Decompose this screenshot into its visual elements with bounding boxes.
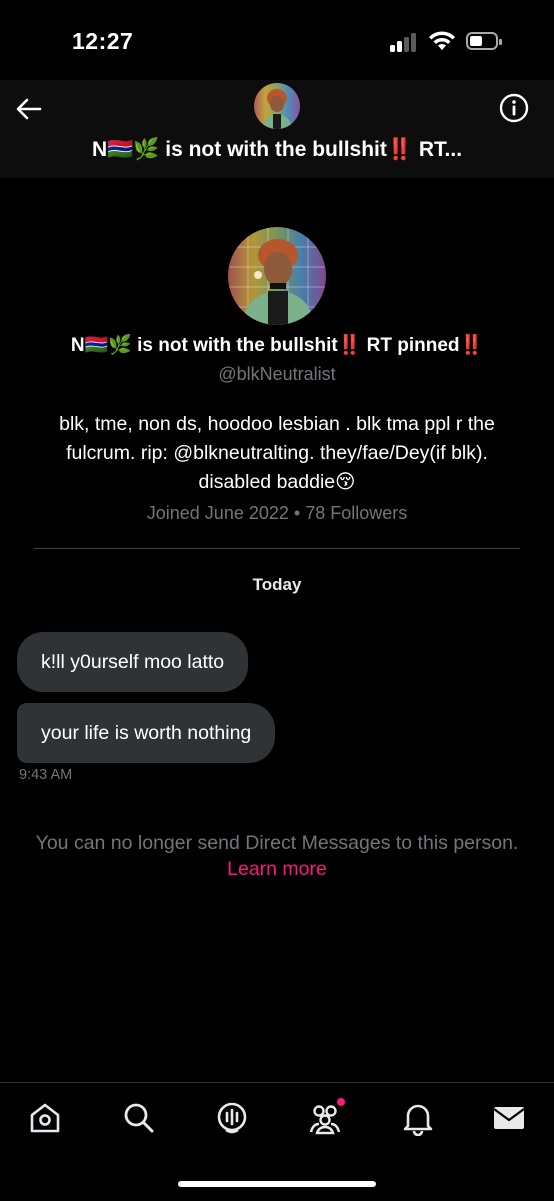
notice-text: You can no longer send Direct Messages t… [35, 832, 519, 854]
status-time: 12:27 [72, 28, 134, 54]
message-bubble[interactable]: k!ll y0urself moo latto [17, 632, 249, 692]
search-icon[interactable] [121, 1100, 157, 1136]
status-icons [390, 30, 510, 54]
profile-name[interactable]: N🇬🇲🌿 is not with the bullshit‼️ RT pinne… [0, 333, 554, 357]
notifications-icon[interactable] [400, 1100, 436, 1137]
spaces-icon[interactable] [214, 1100, 250, 1136]
battery-icon [466, 32, 502, 50]
info-icon[interactable] [498, 92, 530, 124]
header-avatar[interactable] [254, 83, 300, 129]
communities-icon[interactable] [307, 1098, 345, 1136]
profile-avatar[interactable] [228, 227, 326, 325]
status-bar: 12:27 [0, 0, 554, 80]
message-timestamp: 9:43 AM [19, 767, 73, 783]
notification-dot [337, 1098, 345, 1106]
message-bubble[interactable]: your life is worth nothing [17, 703, 276, 763]
home-indicator [178, 1181, 376, 1187]
profile-meta: Joined June 2022 • 78 Followers [146, 503, 408, 523]
cellular-signal-icon [390, 32, 420, 52]
conversation-header: N🇬🇲🌿 is not with the bullshit‼️ RT... [0, 80, 554, 178]
wifi-icon [429, 31, 455, 50]
profile-bio: blk, tme, non ds, hoodoo lesbian . blk t… [59, 413, 495, 493]
profile-handle[interactable]: @blkNeutralist [0, 364, 554, 385]
messages-icon[interactable] [491, 1100, 527, 1136]
date-separator: Today [252, 575, 302, 594]
divider [34, 548, 520, 549]
header-title: N🇬🇲🌿 is not with the bullshit‼️ RT... [91, 138, 463, 161]
arrow-left-icon[interactable] [14, 94, 44, 124]
home-icon[interactable] [27, 1100, 63, 1136]
learn-more-link[interactable]: Learn more [0, 856, 554, 882]
dm-disabled-notice: You can no longer send Direct Messages t… [0, 830, 554, 882]
